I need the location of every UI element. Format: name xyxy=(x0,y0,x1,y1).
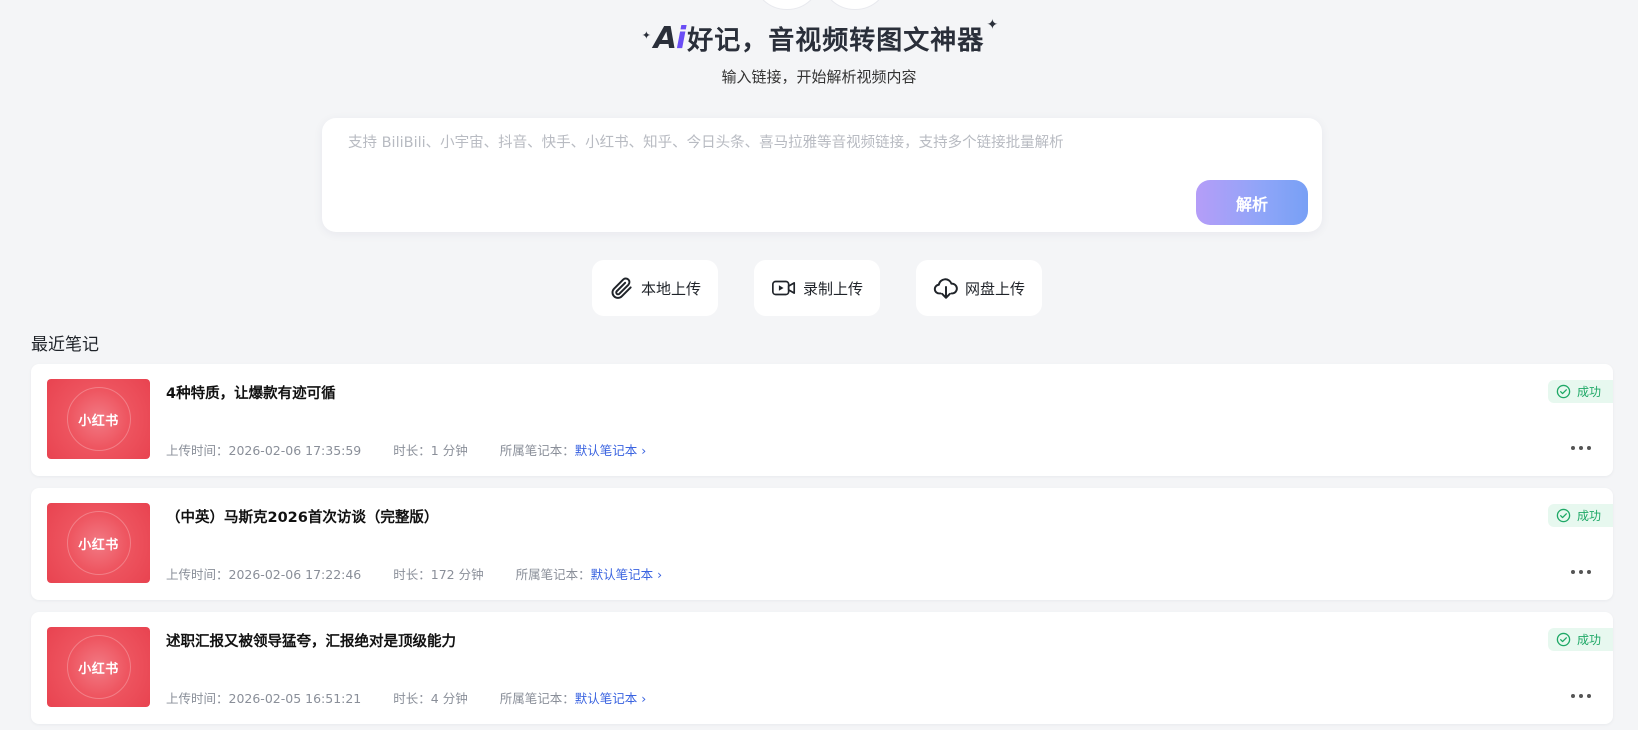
more-options-icon[interactable] xyxy=(1571,444,1591,452)
upload-label: 网盘上传 xyxy=(964,279,1025,298)
cloud-upload-button[interactable]: 网盘上传 xyxy=(916,260,1042,316)
status-badge: 成功 xyxy=(1547,504,1613,527)
record-upload-button[interactable]: 录制上传 xyxy=(754,260,880,316)
notebook: 所属笔记本：默认笔记本 › xyxy=(516,564,663,583)
top-decor-circle-right xyxy=(820,0,890,10)
cloud-download-icon xyxy=(933,278,958,299)
more-options-icon[interactable] xyxy=(1571,692,1591,700)
video-record-icon xyxy=(772,280,796,296)
chevron-right-icon: › xyxy=(657,567,663,582)
notebook-label: 所属笔记本： xyxy=(499,691,575,706)
upload-time: 上传时间：2026-02-06 17:35:59 xyxy=(166,443,362,458)
duration: 时长：1 分钟 xyxy=(393,443,468,458)
xiaohongshu-logo: 小红书 xyxy=(78,413,119,429)
more-options-icon[interactable] xyxy=(1571,568,1591,576)
upload-time: 上传时间：2026-02-05 16:51:21 xyxy=(166,691,362,706)
upload-time: 上传时间：2026-02-06 17:22:46 xyxy=(166,567,362,582)
upload-label: 录制上传 xyxy=(802,279,863,298)
note-title[interactable]: （中英）马斯克2026首次访谈（完整版） xyxy=(166,506,438,527)
notebook-label: 所属笔记本： xyxy=(499,443,575,458)
notebook: 所属笔记本：默认笔记本 › xyxy=(500,688,647,707)
upload-options: 本地上传 录制上传 网盘上传 xyxy=(0,260,1638,316)
note-thumbnail: 小红书 xyxy=(47,379,150,459)
chevron-right-icon: › xyxy=(641,691,647,706)
link-input[interactable] xyxy=(322,118,1322,232)
note-meta: 上传时间：2026-02-05 16:51:21 时长：4 分钟 所属笔记本：默… xyxy=(166,688,646,707)
xiaohongshu-logo: 小红书 xyxy=(78,537,119,553)
notebook: 所属笔记本：默认笔记本 › xyxy=(500,440,647,459)
upload-label: 本地上传 xyxy=(640,279,701,298)
recent-notes-heading: 最近笔记 xyxy=(31,335,99,355)
note-meta: 上传时间：2026-02-06 17:35:59 时长：1 分钟 所属笔记本：默… xyxy=(166,440,646,459)
link-input-card: 解析 xyxy=(322,118,1322,232)
note-title[interactable]: 4种特质，让爆款有迹可循 xyxy=(166,382,336,403)
note-card[interactable]: 小红书 （中英）马斯克2026首次访谈（完整版） 上传时间：2026-02-06… xyxy=(31,488,1613,600)
page-title: 好记，音视频转图文神器 xyxy=(687,26,985,56)
note-meta: 上传时间：2026-02-06 17:22:46 时长：172 分钟 所属笔记本… xyxy=(166,564,662,583)
sparkle-icon: ✦ xyxy=(641,29,651,42)
check-circle-icon xyxy=(1556,384,1571,399)
ai-logo: Ai xyxy=(653,21,687,56)
notebook-link[interactable]: 默认笔记本 › xyxy=(575,691,647,706)
status-badge: 成功 xyxy=(1547,380,1613,403)
hero-title: ✦ Ai 好记，音视频转图文神器 ✦ xyxy=(0,17,1638,57)
note-card[interactable]: 小红书 述职汇报又被领导猛夸，汇报绝对是顶级能力 上传时间：2026-02-05… xyxy=(31,612,1613,724)
xiaohongshu-logo: 小红书 xyxy=(78,661,119,677)
notebook-link[interactable]: 默认笔记本 › xyxy=(591,567,663,582)
duration: 时长：4 分钟 xyxy=(393,691,468,706)
parse-button[interactable]: 解析 xyxy=(1196,180,1308,225)
status-badge: 成功 xyxy=(1547,628,1613,651)
page-subtitle: 输入链接，开始解析视频内容 xyxy=(721,68,917,86)
chevron-right-icon: › xyxy=(641,443,647,458)
paperclip-icon xyxy=(611,277,632,299)
check-circle-icon xyxy=(1556,632,1571,647)
note-card[interactable]: 小红书 4种特质，让爆款有迹可循 上传时间：2026-02-06 17:35:5… xyxy=(31,364,1613,476)
duration: 时长：172 分钟 xyxy=(393,567,484,582)
sparkle-icon: ✦ xyxy=(986,17,999,33)
notebook-link[interactable]: 默认笔记本 › xyxy=(575,443,647,458)
note-thumbnail: 小红书 xyxy=(47,627,150,707)
top-decor-circle-left xyxy=(752,0,822,10)
note-thumbnail: 小红书 xyxy=(47,503,150,583)
check-circle-icon xyxy=(1556,508,1571,523)
note-title[interactable]: 述职汇报又被领导猛夸，汇报绝对是顶级能力 xyxy=(166,630,456,651)
recent-notes-list: 小红书 4种特质，让爆款有迹可循 上传时间：2026-02-06 17:35:5… xyxy=(31,364,1613,730)
local-upload-button[interactable]: 本地上传 xyxy=(592,260,718,316)
notebook-label: 所属笔记本： xyxy=(515,567,591,582)
